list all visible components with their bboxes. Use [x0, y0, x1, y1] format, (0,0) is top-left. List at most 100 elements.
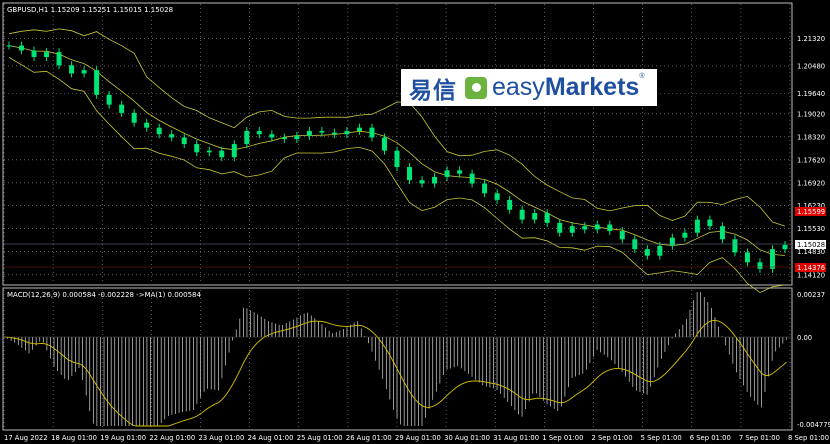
time-tick: 2 Sep 01:00 [592, 434, 633, 442]
macd-tick-top: 0.00237 [797, 291, 825, 299]
price-tick: 1.19020 [797, 110, 825, 118]
macd-tick-bottom: -0.004779 [797, 421, 830, 429]
candle-body [269, 134, 275, 138]
easymarkets-logo: 易信 easyMarkets® [401, 69, 657, 106]
time-tick: 5 Sep 01:00 [641, 434, 682, 442]
candle-body [181, 137, 187, 145]
candle-body [444, 170, 450, 177]
candle-body [782, 244, 788, 250]
candle-body [94, 70, 100, 95]
candle-body [507, 199, 513, 210]
candle-body [119, 104, 125, 113]
signal-path [3, 319, 787, 427]
candle-body [419, 180, 425, 184]
candle-body [494, 193, 500, 200]
candle-body [744, 252, 750, 263]
candle-body [669, 237, 675, 246]
macd-histogram [7, 292, 787, 426]
candle-body [281, 137, 287, 140]
time-tick: 26 Aug 01:00 [346, 434, 392, 442]
logo-chinese-text: 易信 [409, 77, 457, 104]
candle-body [319, 130, 325, 133]
candle-body [156, 127, 162, 135]
time-tick: 17 Aug 2022 [4, 434, 48, 442]
candle-body [719, 226, 725, 240]
candle-body [682, 232, 688, 238]
logo-english-text: easyMarkets® [492, 73, 645, 101]
candle-body [582, 226, 588, 230]
candle-body [457, 170, 463, 174]
time-tick: 25 Aug 01:00 [297, 434, 343, 442]
candle-body [31, 50, 37, 58]
time-tick: 22 Aug 01:00 [149, 434, 195, 442]
candle-body [544, 213, 550, 223]
candle-body [644, 249, 650, 256]
candle-body [144, 122, 150, 128]
candle-body [219, 150, 225, 158]
candle-body [607, 224, 613, 232]
price-tick: 1.14120 [797, 271, 825, 279]
red-level-lower-label: 1.14376 [797, 264, 825, 272]
price-tick: 1.17620 [797, 156, 825, 164]
macd-signal-line [3, 319, 787, 427]
price-tick: 1.18320 [797, 133, 825, 141]
price-tick: 1.15530 [797, 225, 825, 233]
candle-body [306, 130, 312, 136]
candle-body [432, 176, 438, 184]
price-tick: 1.21320 [797, 35, 825, 43]
candle-body [194, 144, 200, 153]
candle-body [469, 173, 475, 184]
indicator-frame [2, 287, 793, 431]
candle-body [557, 222, 563, 233]
red-level-upper-label: 1.15599 [797, 208, 825, 216]
candle-body [131, 112, 137, 123]
macd-header: MACD(12,26,9) 0.000584 -0.002228 ->MA(1)… [7, 291, 201, 299]
candle-body [394, 150, 400, 168]
candle-body [69, 65, 75, 74]
time-axis: 17 Aug 2022 18 Aug 01:00 19 Aug 01:00 22 Au… [4, 434, 829, 442]
candle-body [381, 137, 387, 151]
trading-chart[interactable]: GBPUSD,H1 1.15209 1.15251 1.15015 1.1502… [0, 0, 830, 444]
candle-body [19, 45, 25, 51]
candle-body [732, 239, 738, 253]
candle-body [44, 52, 50, 58]
time-tick: 24 Aug 01:00 [248, 434, 294, 442]
time-tick: 23 Aug 01:00 [199, 434, 245, 442]
price-tick: 1.20480 [797, 62, 825, 70]
candle-body [407, 167, 413, 181]
time-tick: 1 Sep 01:00 [542, 434, 583, 442]
symbol-header: GBPUSD,H1 1.15209 1.15251 1.15015 1.1502… [7, 6, 173, 14]
price-tick: 1.19640 [797, 90, 825, 98]
candle-body [169, 134, 175, 138]
candle-body [532, 213, 538, 220]
candle-body [244, 130, 250, 145]
candle-body [657, 245, 663, 256]
candle-body [106, 94, 112, 105]
candle-body [594, 224, 600, 230]
candle-body [694, 219, 700, 233]
macd-tick-zero: 0.00 [797, 334, 812, 342]
candle-body [331, 132, 337, 135]
candle-body [707, 219, 713, 227]
candle-body [569, 226, 575, 233]
candle-body [619, 231, 625, 240]
price-tick: 1.16920 [797, 179, 825, 187]
time-tick: 30 Aug 01:00 [444, 434, 490, 442]
candle-body [356, 127, 362, 131]
time-tick: 7 Sep 01:00 [739, 434, 780, 442]
candle-body [519, 209, 525, 220]
candle-body [206, 150, 212, 153]
candle-body [56, 52, 62, 66]
time-tick: 31 Aug 01:00 [493, 434, 539, 442]
price-tick: 1.14830 [797, 248, 825, 256]
candle-body [757, 262, 763, 269]
time-tick: 18 Aug 01:00 [51, 434, 97, 442]
logo-mark-icon [465, 76, 487, 99]
time-tick: 8 Sep 01:00 [788, 434, 829, 442]
current-price-label: 1.15028 [797, 241, 825, 249]
candle-body [769, 249, 775, 269]
time-tick: 29 Aug 01:00 [395, 434, 441, 442]
candle-body [256, 130, 262, 135]
candle-body [6, 45, 12, 47]
candle-body [369, 127, 375, 138]
